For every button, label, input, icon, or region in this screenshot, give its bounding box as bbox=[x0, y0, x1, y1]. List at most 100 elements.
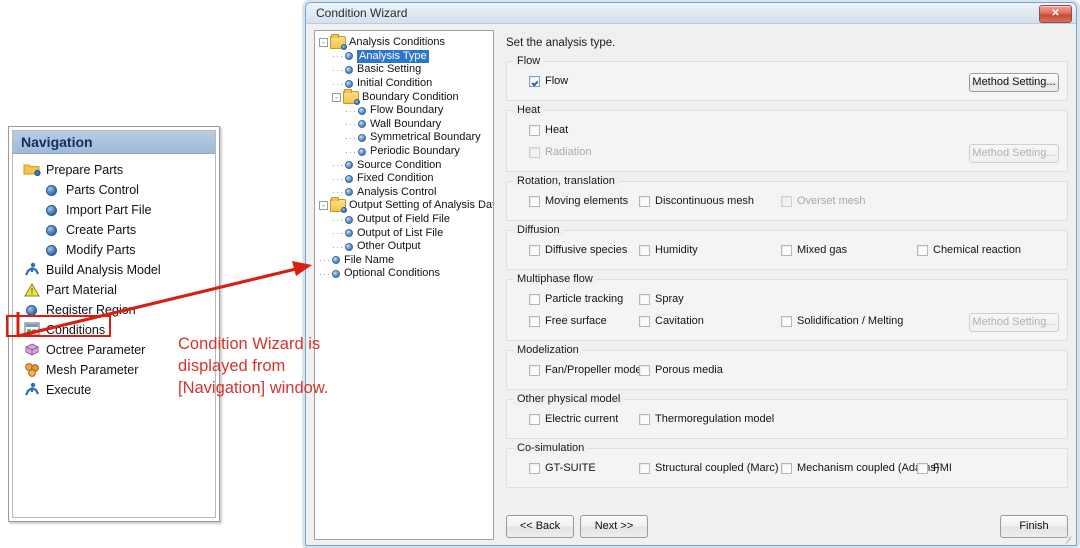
group-title: Diffusion bbox=[513, 224, 564, 236]
checkbox-icon[interactable] bbox=[781, 315, 792, 327]
checkbox-icon[interactable] bbox=[529, 195, 540, 207]
checkbox-fmi[interactable]: FMI bbox=[917, 462, 952, 474]
tree-item-analysis-control[interactable]: ··· Analysis Control bbox=[319, 186, 493, 200]
checkbox-chemical-reaction[interactable]: Chemical reaction bbox=[917, 244, 1021, 256]
folder-icon bbox=[23, 162, 41, 178]
tree-item-analysis-conditions[interactable]: - Analysis Conditions bbox=[319, 34, 493, 51]
checkbox-icon[interactable] bbox=[917, 462, 928, 474]
checkbox-humidity[interactable]: Humidity bbox=[639, 244, 698, 256]
checkbox-particle-tracking[interactable]: Particle tracking bbox=[529, 293, 623, 305]
tree-item-output-of-list-file[interactable]: ··· Output of List File bbox=[319, 226, 493, 240]
checkbox-icon[interactable] bbox=[639, 195, 650, 207]
tree-item-label: Analysis Control bbox=[357, 185, 437, 198]
tree-item-output-setting-of-analysis-data[interactable]: - Output Setting of Analysis Data bbox=[319, 197, 493, 214]
navigation-window: Navigation Prepare Parts Parts Control Imp… bbox=[8, 126, 220, 522]
checkbox-structural-coupled-marc-[interactable]: Structural coupled (Marc) bbox=[639, 462, 779, 474]
checkbox-gt-suite[interactable]: GT-SUITE bbox=[529, 462, 596, 474]
checkbox-spray[interactable]: Spray bbox=[639, 293, 684, 305]
tree-item-other-output[interactable]: ··· Other Output bbox=[319, 240, 493, 254]
checkbox-icon[interactable] bbox=[639, 293, 650, 305]
nav-item-label: Modify Parts bbox=[66, 243, 136, 257]
checkbox-icon[interactable] bbox=[639, 244, 650, 256]
checkbox-label: Flow bbox=[545, 75, 569, 87]
checkbox-icon[interactable] bbox=[781, 462, 792, 474]
checkbox-fan-propeller-model[interactable]: Fan/Propeller model bbox=[529, 364, 644, 376]
dialog-titlebar[interactable]: Condition Wizard ✕ bbox=[306, 3, 1076, 24]
tree-expander-icon[interactable]: - bbox=[319, 38, 328, 48]
checkbox-heat[interactable]: Heat bbox=[529, 124, 568, 136]
method-setting-button[interactable]: Method Setting... bbox=[969, 73, 1059, 92]
tree-item-analysis-type[interactable]: ··· Analysis Type bbox=[319, 49, 493, 64]
group-title: Multiphase flow bbox=[513, 273, 597, 285]
checkbox-porous-media[interactable]: Porous media bbox=[639, 364, 723, 376]
finish-button[interactable]: Finish bbox=[1000, 515, 1068, 538]
checkbox-moving-elements[interactable]: Moving elements bbox=[529, 195, 628, 207]
checkbox-solidification-melting[interactable]: Solidification / Melting bbox=[781, 315, 903, 327]
checkbox-mechanism-coupled-adams-[interactable]: Mechanism coupled (Adams) bbox=[781, 462, 939, 474]
tree-expander-icon[interactable]: - bbox=[319, 201, 328, 211]
tree-item-periodic-boundary[interactable]: ··· Periodic Boundary bbox=[319, 145, 493, 159]
tree-item-label: Other Output bbox=[357, 240, 421, 253]
nav-item-prepare-parts[interactable]: Prepare Parts bbox=[13, 160, 215, 180]
checkbox-icon[interactable] bbox=[529, 293, 540, 305]
checkbox-icon[interactable] bbox=[639, 413, 650, 425]
tree-expander-icon[interactable]: - bbox=[332, 92, 341, 102]
checkbox-electric-current[interactable]: Electric current bbox=[529, 413, 618, 425]
resize-grip-icon[interactable] bbox=[1062, 532, 1074, 545]
wizard-tree-panel[interactable]: - Analysis Conditions ··· Analysis Type ··· B… bbox=[314, 30, 494, 540]
method-setting-button: Method Setting... bbox=[969, 313, 1059, 332]
group-other-physical-model: Other physical model Electric current Ther… bbox=[506, 393, 1068, 439]
checkbox-icon[interactable] bbox=[529, 462, 540, 474]
checkbox-label: Thermoregulation model bbox=[655, 413, 775, 425]
checkbox-icon[interactable] bbox=[529, 413, 540, 425]
checkbox-overset-mesh: Overset mesh bbox=[781, 195, 865, 207]
group-multiphase-flow: Multiphase flow Particle tracking Spray Fre… bbox=[506, 273, 1068, 341]
checkbox-icon[interactable] bbox=[529, 315, 540, 327]
bullet-icon bbox=[358, 106, 366, 115]
settings-groups: Flow Flow Method Setting... Heat Heat Radiati… bbox=[502, 55, 1068, 488]
checkbox-diffusive-species[interactable]: Diffusive species bbox=[529, 244, 627, 256]
tree-item-boundary-condition[interactable]: - Boundary Condition bbox=[319, 88, 493, 105]
next-button[interactable]: Next >> bbox=[580, 515, 648, 538]
close-icon[interactable]: ✕ bbox=[1039, 5, 1072, 23]
checkbox-mixed-gas[interactable]: Mixed gas bbox=[781, 244, 847, 256]
checkbox-label: FMI bbox=[933, 462, 952, 474]
nav-item-create-parts[interactable]: Create Parts bbox=[13, 220, 215, 240]
tree-item-optional-conditions[interactable]: ··· Optional Conditions bbox=[319, 267, 493, 281]
bullet-icon bbox=[332, 256, 340, 265]
checkbox-flow[interactable]: Flow bbox=[529, 75, 568, 87]
checkbox-icon[interactable] bbox=[529, 364, 540, 376]
annotation-text: Condition Wizard is displayed from [Navi… bbox=[178, 333, 408, 399]
group-modelization: Modelization Fan/Propeller model Porous me… bbox=[506, 344, 1068, 390]
checkbox-icon[interactable] bbox=[917, 244, 928, 256]
checkbox-icon[interactable] bbox=[529, 244, 540, 256]
checkbox-cavitation[interactable]: Cavitation bbox=[639, 315, 704, 327]
checkbox-discontinuous-mesh[interactable]: Discontinuous mesh bbox=[639, 195, 754, 207]
tree-item-label: Flow Boundary bbox=[370, 104, 444, 117]
checkbox-icon[interactable] bbox=[529, 75, 540, 87]
tree-item-basic-setting[interactable]: ··· Basic Setting bbox=[319, 63, 493, 77]
nav-item-modify-parts[interactable]: Modify Parts bbox=[13, 240, 215, 260]
tree-item-output-of-field-file[interactable]: ··· Output of Field File bbox=[319, 213, 493, 227]
checkbox-icon[interactable] bbox=[781, 244, 792, 256]
nav-item-build-analysis-model[interactable]: Build Analysis Model bbox=[13, 260, 215, 280]
tree-item-source-condition[interactable]: ··· Source Condition bbox=[319, 158, 493, 172]
tree-item-flow-boundary[interactable]: ··· Flow Boundary bbox=[319, 104, 493, 118]
tree-item-symmetrical-boundary[interactable]: ··· Symmetrical Boundary bbox=[319, 131, 493, 145]
checkbox-icon[interactable] bbox=[639, 315, 650, 327]
checkbox-free-surface[interactable]: Free surface bbox=[529, 315, 607, 327]
tree-item-fixed-condition[interactable]: ··· Fixed Condition bbox=[319, 172, 493, 186]
checkbox-icon[interactable] bbox=[529, 124, 540, 136]
checkbox-icon[interactable] bbox=[639, 364, 650, 376]
checkbox-thermoregulation-model[interactable]: Thermoregulation model bbox=[639, 413, 774, 425]
bullet-icon bbox=[345, 65, 353, 74]
nav-item-part-material[interactable]: ! Part Material bbox=[13, 280, 215, 300]
back-button[interactable]: << Back bbox=[506, 515, 574, 538]
nav-item-parts-control[interactable]: Parts Control bbox=[13, 180, 215, 200]
nav-item-register-region[interactable]: Register Region bbox=[13, 300, 215, 320]
checkbox-icon[interactable] bbox=[639, 462, 650, 474]
nav-item-import-part-file[interactable]: Import Part File bbox=[13, 200, 215, 220]
bullet-icon bbox=[345, 161, 353, 170]
tree-item-wall-boundary[interactable]: ··· Wall Boundary bbox=[319, 118, 493, 132]
tree-item-file-name[interactable]: ··· File Name bbox=[319, 254, 493, 268]
